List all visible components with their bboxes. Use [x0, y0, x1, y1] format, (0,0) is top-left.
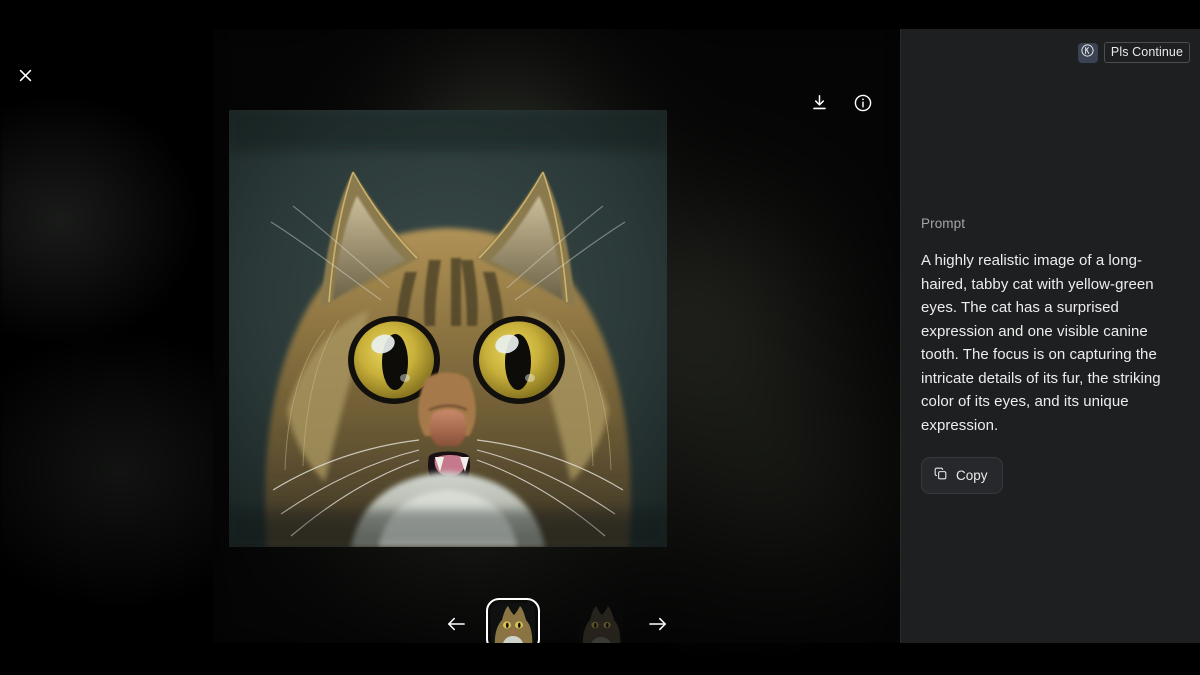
download-button[interactable]: [804, 89, 834, 119]
thumbnail-navigation: [213, 594, 900, 643]
thumbnail-image-2: [578, 603, 623, 643]
next-image-button[interactable]: [641, 608, 675, 642]
details-sidebar: Pls Continue Prompt A highly realistic i…: [900, 29, 1200, 643]
copy-button-label: Copy: [956, 467, 988, 483]
circled-k-avatar-icon: [1080, 43, 1095, 63]
prompt-text: A highly realistic image of a long-haire…: [921, 252, 1161, 434]
image-viewer-modal: Pls Continue Prompt A highly realistic i…: [0, 0, 1200, 675]
download-icon: [810, 93, 829, 115]
copy-icon: [933, 466, 948, 485]
generated-image[interactable]: [229, 110, 667, 547]
close-icon: [17, 67, 34, 84]
prompt-label: Prompt: [921, 216, 966, 231]
info-icon: [853, 93, 873, 116]
previous-image-button[interactable]: [439, 608, 473, 642]
copy-prompt-button[interactable]: Copy: [921, 457, 1003, 494]
user-status-badge: Pls Continue: [1077, 42, 1190, 63]
image-viewer-panel: [213, 29, 900, 643]
thumbnail-image-1: [490, 603, 535, 643]
status-badge: Pls Continue: [1103, 42, 1190, 63]
thumbnail-item-2[interactable]: [578, 603, 623, 643]
thumbnail-item-1[interactable]: [485, 598, 540, 643]
arrow-left-icon: [445, 615, 467, 636]
cat-image-artwork: [229, 110, 667, 547]
info-button[interactable]: [848, 89, 878, 119]
avatar[interactable]: [1077, 42, 1098, 63]
arrow-right-icon: [647, 615, 669, 636]
prompt-section: Prompt A highly realistic image of a lon…: [921, 215, 1181, 494]
viewer-toolbar: [804, 89, 878, 119]
close-button[interactable]: [10, 60, 40, 90]
